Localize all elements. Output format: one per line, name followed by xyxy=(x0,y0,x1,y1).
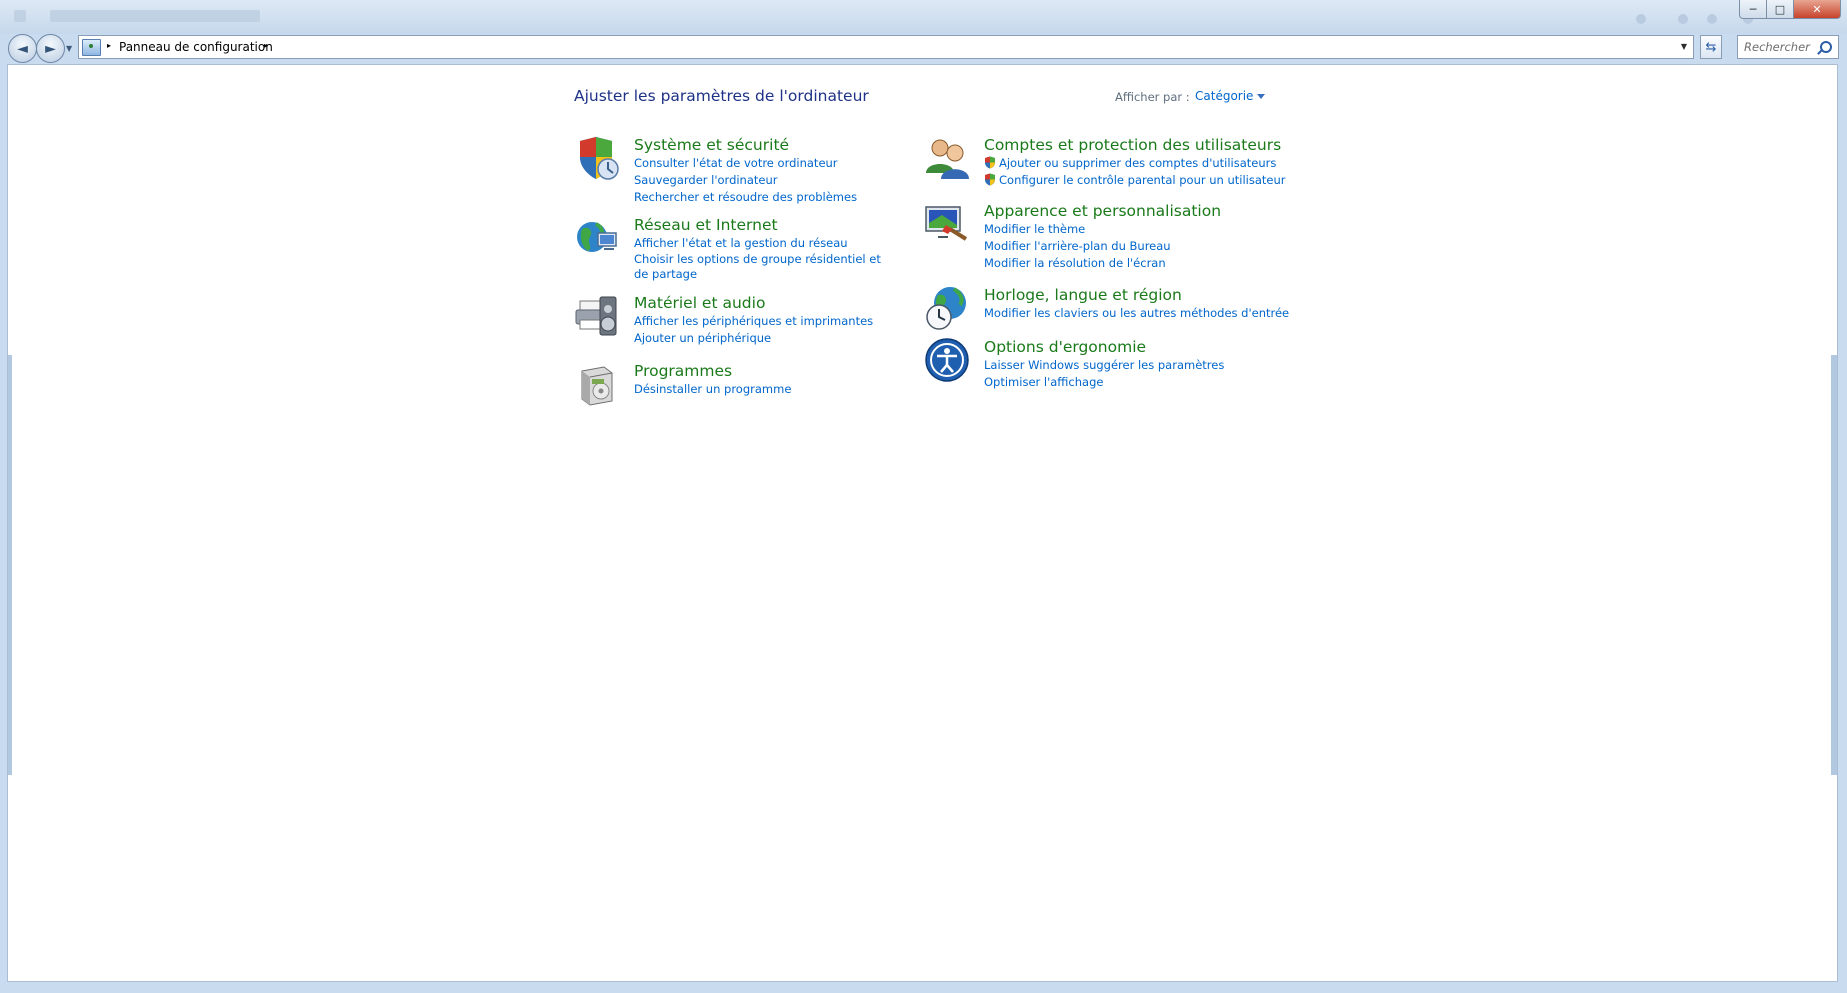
search-icon[interactable] xyxy=(1820,41,1832,53)
arrow-right-icon: ► xyxy=(45,40,56,57)
globe-clock-icon[interactable] xyxy=(924,285,970,331)
search-box[interactable] xyxy=(1737,35,1839,59)
breadcrumb-separator[interactable]: ▸ xyxy=(264,41,268,50)
category-title[interactable]: Matériel et audio xyxy=(634,293,904,313)
category-body: Options d'ergonomie Laisser Windows sugg… xyxy=(984,337,1254,391)
task-link[interactable]: Modifier le thème xyxy=(984,221,1254,238)
task-link-label: Ajouter ou supprimer des comptes d'utili… xyxy=(999,156,1277,170)
maximize-button[interactable]: □ xyxy=(1767,0,1794,19)
right-edge xyxy=(1831,355,1837,775)
category-body: Matériel et audio Afficher les périphéri… xyxy=(634,293,904,347)
navigation-bar: ◄ ► ▼ ▸ Panneau de configuration ▸ ▼ ⇆ xyxy=(0,34,1847,64)
category-title[interactable]: Programmes xyxy=(634,361,904,381)
category-body: Système et sécurité Consulter l'état de … xyxy=(634,135,904,206)
category-body: Réseau et Internet Afficher l'état et la… xyxy=(634,215,904,282)
task-link-label: Configurer le contrôle parental pour un … xyxy=(999,173,1286,187)
task-link[interactable]: Optimiser l'affichage xyxy=(984,374,1254,391)
back-button[interactable]: ◄ xyxy=(8,34,37,63)
printer-speaker-icon[interactable] xyxy=(574,293,620,339)
task-link-admin[interactable]: Ajouter ou supprimer des comptes d'utili… xyxy=(984,155,1276,172)
page-title: Ajuster les paramètres de l'ordinateur xyxy=(574,87,869,105)
content-pane: Ajuster les paramètres de l'ordinateur A… xyxy=(7,64,1838,982)
category-body: Horloge, langue et région Modifier les c… xyxy=(984,285,1289,322)
category-body: Comptes et protection des utilisateurs A… xyxy=(984,135,1286,189)
control-panel-icon xyxy=(82,39,101,56)
view-by-dropdown[interactable]: Catégorie xyxy=(1195,89,1266,103)
close-button[interactable]: ✕ xyxy=(1794,0,1841,19)
recent-pages-dropdown[interactable]: ▼ xyxy=(66,44,72,53)
task-link[interactable]: Choisir les options de groupe résidentie… xyxy=(634,252,884,282)
task-link[interactable]: Afficher les périphériques et imprimante… xyxy=(634,313,904,330)
network-globe-icon[interactable] xyxy=(574,215,620,261)
search-input[interactable] xyxy=(1744,38,1818,56)
category-body: Programmes Désinstaller un programme xyxy=(634,361,904,398)
display-paint-icon[interactable] xyxy=(924,201,970,247)
task-link-admin[interactable]: Configurer le contrôle parental pour un … xyxy=(984,172,1286,189)
title-bar: ─ □ ✕ xyxy=(0,0,1847,34)
address-bar[interactable]: ▸ Panneau de configuration ▸ ▼ xyxy=(78,35,1694,59)
users-icon[interactable] xyxy=(924,135,970,181)
breadcrumb-control-panel[interactable]: Panneau de configuration xyxy=(119,40,273,54)
background-title-strip xyxy=(50,10,260,22)
task-link[interactable]: Modifier l'arrière-plan du Bureau xyxy=(984,238,1254,255)
uac-shield-icon xyxy=(985,173,995,186)
forward-button[interactable]: ► xyxy=(36,34,65,63)
arrow-left-icon: ◄ xyxy=(17,40,28,57)
minimize-button[interactable]: ─ xyxy=(1739,0,1767,19)
breadcrumb-separator[interactable]: ▸ xyxy=(107,41,111,50)
task-link[interactable]: Modifier la résolution de l'écran xyxy=(984,255,1254,272)
tray-icon xyxy=(1678,14,1688,24)
category-body: Apparence et personnalisation Modifier l… xyxy=(984,201,1254,272)
ease-of-access-icon[interactable] xyxy=(924,337,970,383)
task-link[interactable]: Afficher l'état et la gestion du réseau xyxy=(634,235,904,252)
category-title[interactable]: Horloge, langue et région xyxy=(984,285,1254,305)
window-menu-icon xyxy=(14,10,26,22)
tray-icon xyxy=(1636,14,1646,24)
chevron-down-icon xyxy=(1257,93,1266,99)
view-by-label: Afficher par : xyxy=(1115,90,1190,104)
view-by-value: Catégorie xyxy=(1195,89,1254,103)
category-title[interactable]: Système et sécurité xyxy=(634,135,904,155)
category-title[interactable]: Réseau et Internet xyxy=(634,215,904,235)
task-link[interactable]: Rechercher et résoudre des problèmes xyxy=(634,189,904,206)
category-title[interactable]: Comptes et protection des utilisateurs xyxy=(984,135,1281,155)
control-panel-window: { "window": { "address": { "location_lab… xyxy=(0,0,1847,993)
security-shield-icon[interactable] xyxy=(574,135,620,181)
left-edge xyxy=(8,355,12,775)
refresh-button[interactable]: ⇆ xyxy=(1700,35,1722,59)
refresh-icon: ⇆ xyxy=(1705,39,1717,55)
caption-buttons: ─ □ ✕ xyxy=(1739,0,1841,19)
task-link[interactable]: Modifier les claviers ou les autres méth… xyxy=(984,305,1289,322)
tray-icon xyxy=(1707,14,1717,24)
uac-shield-icon xyxy=(985,156,995,169)
programs-box-icon[interactable] xyxy=(574,361,620,407)
task-link[interactable]: Consulter l'état de votre ordinateur xyxy=(634,155,904,172)
task-link[interactable]: Sauvegarder l'ordinateur xyxy=(634,172,904,189)
category-title[interactable]: Options d'ergonomie xyxy=(984,337,1254,357)
task-link[interactable]: Ajouter un périphérique xyxy=(634,330,904,347)
address-history-dropdown[interactable]: ▼ xyxy=(1681,42,1687,51)
category-title[interactable]: Apparence et personnalisation xyxy=(984,201,1254,221)
task-link[interactable]: Désinstaller un programme xyxy=(634,381,904,398)
task-link[interactable]: Laisser Windows suggérer les paramètres xyxy=(984,357,1254,374)
